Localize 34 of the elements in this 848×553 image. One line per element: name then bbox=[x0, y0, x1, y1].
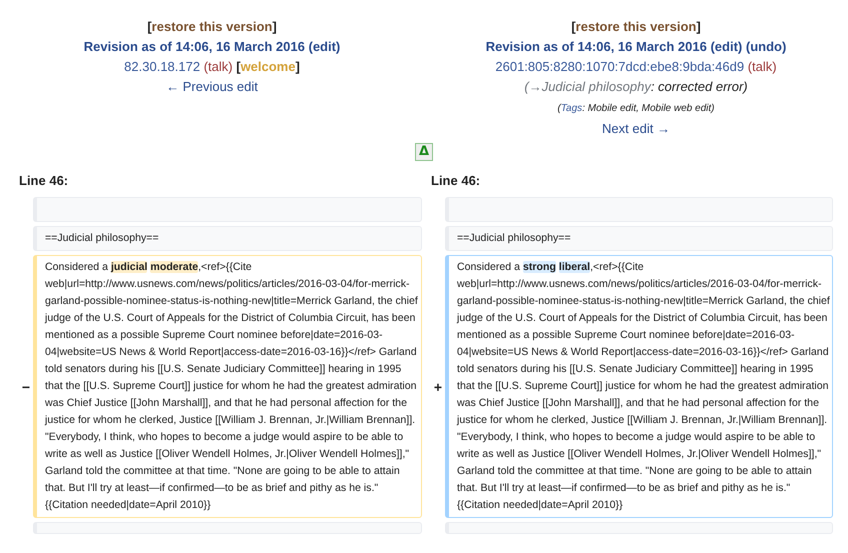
talk-link[interactable]: (talk) bbox=[204, 59, 233, 74]
user-link[interactable]: 2601:805:8280:1070:7dcd:ebe8:9bda:46d9 bbox=[495, 59, 744, 74]
user-link[interactable]: 82.30.18.172 bbox=[124, 59, 200, 74]
restore-link[interactable]: restore this version bbox=[152, 19, 272, 34]
tags-list: : Mobile edit, Mobile web edit) bbox=[582, 103, 714, 114]
bracket: [ bbox=[571, 19, 576, 34]
paren: ( bbox=[524, 79, 529, 94]
bracket: [ bbox=[236, 59, 241, 74]
bracket: [ bbox=[147, 19, 152, 34]
revision-action-link[interactable]: (edit) bbox=[308, 39, 340, 54]
section-link[interactable]: →Judicial philosophy bbox=[528, 79, 651, 94]
diff-cell: Considered a strong liberal,<ref>{{Cite web|url=http://www.usnews.com/news/politics/articles/2016-03-04/for-merrick-garland-possible-nominee-status-is-nothing-new|title=Merrick Garland, the chief judge of the U.S. Court of Appeals for the District of Columbia Circuit, has been mentioned as a possible Supreme Court nominee before|date=2016-03-04|website=US News & World Report|access-date=2016-03-16}}</ref> Garland told senators during his [[U.S. Senate Judiciary Committee]] hearing in 1995 that the [[U.S. Supreme Court]] justice for whom he had the greatest admiration was Chief Justice [[John Marshall]], and that he had personal affection for the justice for whom he clerked, Justice [[William J. Brennan, Jr.|William Brennan]]. "Everybody, I think, who hopes to become a judge would aspire to be able to write as well as Justice [[Oliver Wendell Holmes, Jr.|Oliver Wendell Holmes]]," Garland told the committee at that time. "None are going to be able to attain that. But I'll try at least—if confirmed—to be as brief and pithy as he is." {{Citation needed|date=April 2010}} bbox=[445, 255, 833, 518]
nav-link[interactable]: ← Previous edit bbox=[166, 79, 258, 94]
restore-link[interactable]: restore this version bbox=[576, 19, 696, 34]
minus-marker: − bbox=[20, 378, 32, 396]
diff-cell: Considered a judicial moderate,<ref>{{Cite web|url=http://www.usnews.com/news/politics/articles/2016-03-04/for-merrick-garland-possible-nominee-status-is-nothing-new|title=Merrick Garland, the chief judge of the U.S. Court of Appeals for the District of Columbia Circuit, has been mentioned as a possible Supreme Court nominee before|date=2016-03-04|website=US News & World Report|access-date=2016-03-16}}</ref> Garland told senators during his [[U.S. Senate Judiciary Committee]] hearing in 1995 that the [[U.S. Supreme Court]] justice for whom he had the greatest admiration was Chief Justice [[John Marshall]], and that he had personal affection for the justice for whom he clerked, Justice [[William J. Brennan, Jr.|William Brennan]]. "Everybody, I think, who hopes to become a judge would aspire to be able to write as well as Justice [[Oliver Wendell Holmes, Jr.|Oliver Wendell Holmes]]," Garland told the committee at that time. "None are going to be able to attain that. But I'll try at least—if confirmed—to be as brief and pithy as he is." {{Citation needed|date=April 2010}} bbox=[33, 255, 422, 518]
revision-action-link[interactable]: (undo) bbox=[746, 39, 786, 54]
nav-link[interactable]: Next edit → bbox=[602, 121, 670, 136]
revision-action-link[interactable]: (edit) bbox=[710, 39, 742, 54]
line-number-label: Line 46: bbox=[19, 173, 70, 188]
plus-marker: + bbox=[432, 378, 444, 396]
edit-summary: : corrected error) bbox=[650, 79, 748, 94]
diff-cell: ==Judicial philosophy== bbox=[445, 226, 833, 251]
bracket: ] bbox=[295, 59, 300, 74]
tags-link[interactable]: Tags bbox=[560, 103, 582, 114]
diff-cell: ==Judicial philosophy== bbox=[33, 226, 422, 251]
revision-link[interactable]: Revision as of 14:06, 16 March 2016 bbox=[84, 39, 305, 54]
bracket: ] bbox=[696, 19, 701, 34]
paren: ( bbox=[558, 103, 561, 114]
line-number-label: Line 46: bbox=[431, 173, 482, 188]
delta-toggle-button[interactable]: Δ bbox=[415, 143, 433, 161]
revision-link[interactable]: Revision as of 14:06, 16 March 2016 bbox=[486, 39, 707, 54]
talk-link[interactable]: (talk) bbox=[748, 59, 777, 74]
bracket: ] bbox=[272, 19, 277, 34]
